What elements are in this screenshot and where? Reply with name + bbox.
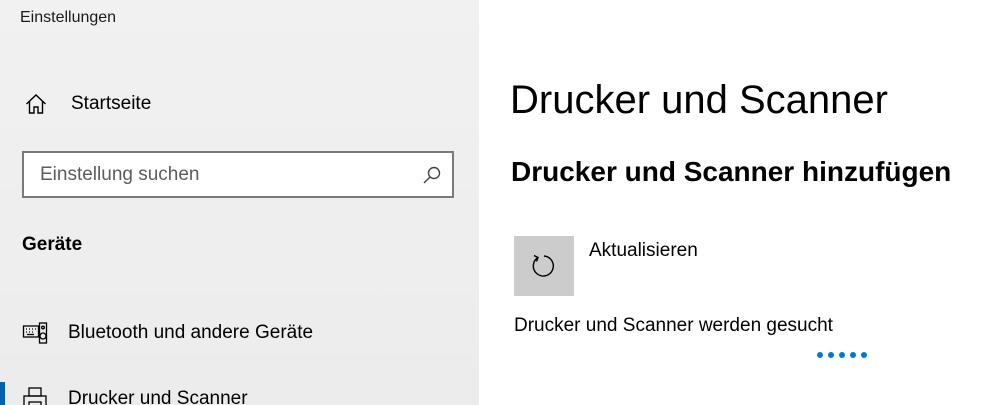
progress-dot <box>839 352 845 358</box>
progress-dot <box>817 352 823 358</box>
keyboard-speaker-icon <box>22 322 48 344</box>
sidebar-item-label: Bluetooth und andere Geräte <box>68 322 314 343</box>
refresh-label[interactable]: Aktualisieren <box>589 240 698 262</box>
page-title: Drucker und Scanner <box>510 78 888 122</box>
sidebar-item-bluetooth[interactable]: Bluetooth und andere Geräte <box>0 310 479 356</box>
selection-indicator <box>0 382 5 405</box>
progress-dot <box>861 352 867 358</box>
refresh-icon <box>532 254 554 277</box>
search-box <box>22 151 454 198</box>
app-title: Einstellungen <box>20 9 117 26</box>
sidebar-item-label: Drucker und Scanner <box>68 388 248 405</box>
search-icon[interactable] <box>422 165 442 185</box>
refresh-button[interactable] <box>514 236 574 296</box>
search-input[interactable] <box>40 163 410 187</box>
search-status: Drucker und Scanner werden gesucht <box>514 315 833 336</box>
progress-dot <box>850 352 856 358</box>
progress-dot <box>828 352 834 358</box>
progress-indicator <box>817 352 877 360</box>
sidebar-item-home[interactable]: Startseite <box>0 82 479 126</box>
home-icon <box>26 94 46 114</box>
sidebar-item-printers-scanners[interactable]: Drucker und Scanner <box>0 376 479 405</box>
section-heading: Geräte <box>22 234 83 255</box>
main-content: Drucker und Scanner Drucker und Scanner … <box>479 0 1000 405</box>
section-title: Drucker und Scanner hinzufügen <box>511 156 952 187</box>
sidebar-item-home-label: Startseite <box>71 93 152 114</box>
printer-icon <box>23 387 47 405</box>
sidebar: Einstellungen Startseite Geräte <box>0 0 479 405</box>
